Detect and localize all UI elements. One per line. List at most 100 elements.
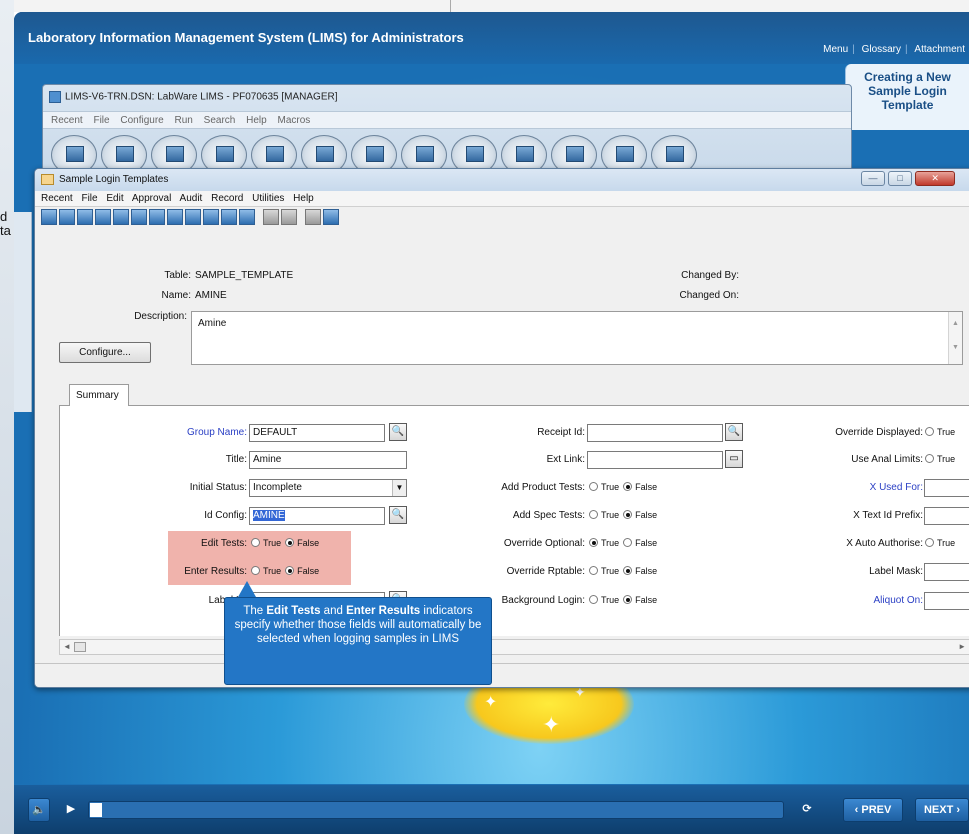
new-record-icon[interactable] [41, 209, 57, 225]
menu-file[interactable]: File [81, 193, 97, 204]
replay-icon[interactable]: ⟳ [795, 798, 819, 822]
print-icon[interactable] [131, 209, 147, 225]
settings-icon[interactable] [281, 209, 297, 225]
approve-icon[interactable] [167, 209, 183, 225]
prev-button[interactable]: ‹ PREV [843, 798, 903, 822]
minimize-button[interactable]: — [861, 171, 885, 186]
scroll-left-icon[interactable]: ◄ [63, 642, 71, 651]
menu-macros[interactable]: Macros [277, 115, 310, 126]
add-spec-tests-label: Add Spec Tests: [512, 510, 585, 521]
search-icon[interactable]: 🔍 [389, 506, 407, 524]
volume-icon[interactable]: 🔈 [28, 798, 50, 822]
horizontal-scrollbar[interactable]: ◄ ► [59, 639, 969, 655]
menu-configure[interactable]: Configure [120, 115, 163, 126]
title-field[interactable]: Amine [249, 451, 407, 469]
id-config-field[interactable]: AMINE [249, 507, 385, 525]
toolbar-icon [66, 146, 84, 162]
use-anal-limits-true-radio[interactable] [925, 454, 934, 463]
delete-icon[interactable] [185, 209, 201, 225]
add-product-tests-true-radio[interactable] [589, 482, 598, 491]
label-mask-field[interactable] [924, 563, 969, 581]
glossary-link[interactable]: Glossary [858, 44, 905, 55]
menu-utilities[interactable]: Utilities [252, 193, 284, 204]
save-icon[interactable] [113, 209, 129, 225]
x-text-id-prefix-field[interactable] [924, 507, 969, 525]
tab-summary[interactable]: Summary [69, 384, 129, 406]
toolbar-icon [466, 146, 484, 162]
copy-icon[interactable] [149, 209, 165, 225]
table-value: SAMPLE_TEMPLATE [195, 270, 294, 281]
next-record-icon[interactable] [221, 209, 237, 225]
next-button[interactable]: NEXT › [915, 798, 969, 822]
menu-approval[interactable]: Approval [132, 193, 171, 204]
enter-results-true-radio[interactable] [251, 566, 260, 575]
group-name-label[interactable]: Group Name: [135, 427, 247, 438]
search-icon[interactable]: 🔍 [389, 423, 407, 441]
play-icon[interactable]: ▶ [60, 798, 82, 822]
menu-run[interactable]: Run [175, 115, 193, 126]
first-record-icon[interactable] [203, 209, 219, 225]
override-optional-true-radio[interactable] [589, 538, 598, 547]
description-field[interactable]: Amine ▲ ▼ [191, 311, 963, 365]
help-icon [666, 146, 684, 162]
menu-search[interactable]: Search [204, 115, 236, 126]
menu-recent[interactable]: Recent [41, 193, 73, 204]
edit-icon[interactable] [305, 209, 321, 225]
x-auto-authorise-true-radio[interactable] [925, 538, 934, 547]
link-icon[interactable]: ▭ [725, 450, 743, 468]
override-rptable-true-radio[interactable] [589, 566, 598, 575]
forward-icon[interactable] [95, 209, 111, 225]
menu-help[interactable]: Help [246, 115, 267, 126]
back-icon[interactable] [77, 209, 93, 225]
enter-results-false-radio[interactable] [285, 566, 295, 575]
add-spec-tests-true-radio[interactable] [589, 510, 598, 519]
scroll-thumb[interactable] [74, 642, 86, 652]
toolbar-icon [216, 146, 234, 162]
status-bar [35, 663, 969, 687]
changed-by-label: Changed By: [681, 270, 739, 281]
close-button[interactable]: ✕ [915, 171, 956, 186]
override-optional-false-radio[interactable] [623, 538, 633, 547]
scroll-right-icon[interactable]: ► [958, 642, 966, 651]
list-icon[interactable] [59, 209, 75, 225]
menu-link[interactable]: Menu [819, 44, 852, 55]
window-toolbar [41, 209, 341, 229]
info-icon[interactable] [323, 209, 339, 225]
callout-tooltip: The Edit Tests and Enter Results indicat… [224, 597, 492, 685]
ext-link-field[interactable] [587, 451, 723, 469]
maximize-button[interactable]: □ [888, 171, 913, 186]
x-used-for-field[interactable] [924, 479, 969, 497]
edit-tests-true-radio[interactable] [251, 538, 260, 547]
app-icon [49, 91, 61, 103]
x-used-for-label[interactable]: X Used For: [795, 482, 923, 493]
menu-edit[interactable]: Edit [106, 193, 123, 204]
aliquot-on-label[interactable]: Aliquot On: [795, 595, 923, 606]
search-icon[interactable]: 🔍 [725, 423, 743, 441]
override-rptable-false-radio[interactable] [623, 566, 633, 575]
override-displayed-true-radio[interactable] [925, 427, 934, 436]
attachment-link[interactable]: Attachment [910, 44, 969, 55]
chevron-down-icon[interactable]: ▼ [392, 480, 406, 496]
receipt-id-field[interactable] [587, 424, 723, 442]
edit-tests-false-radio[interactable] [285, 538, 295, 547]
menu-file[interactable]: File [93, 115, 109, 126]
initial-status-select[interactable]: Incomplete ▼ [249, 479, 407, 497]
description-scrollbar[interactable]: ▲ ▼ [948, 312, 962, 364]
background-login-true-radio[interactable] [589, 595, 598, 604]
aliquot-on-field[interactable] [924, 592, 969, 610]
add-spec-tests-false-radio[interactable] [623, 510, 633, 519]
background-login-false-radio[interactable] [623, 595, 633, 604]
menu-audit[interactable]: Audit [180, 193, 203, 204]
configure-button[interactable]: Configure... [59, 342, 151, 363]
group-name-field[interactable]: DEFAULT [249, 424, 385, 442]
menu-help[interactable]: Help [293, 193, 314, 204]
ext-link-label: Ext Link: [546, 454, 585, 465]
menu-recent[interactable]: Recent [51, 115, 83, 126]
add-product-tests-false-radio[interactable] [623, 482, 633, 491]
last-record-icon[interactable] [239, 209, 255, 225]
override-optional-radio-group: True False [585, 538, 657, 548]
menu-record[interactable]: Record [211, 193, 243, 204]
progress-bar[interactable] [88, 801, 784, 819]
override-displayed-radio-group: True [921, 427, 955, 437]
sample-login-templates-window: Sample Login Templates — □ ✕ Recent File… [34, 168, 969, 688]
